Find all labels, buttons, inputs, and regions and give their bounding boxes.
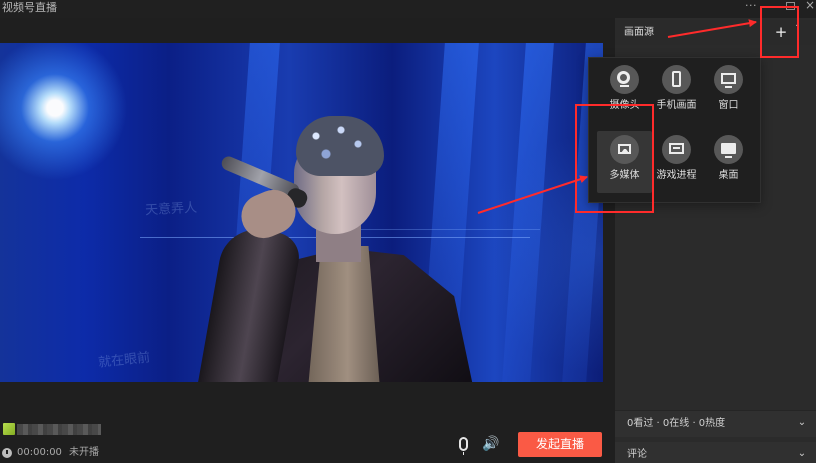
source-option-label: 手机画面 (656, 100, 697, 111)
live-duration: 00:00:00 (17, 447, 62, 458)
source-option-game-process[interactable]: 游戏进程 (649, 131, 704, 193)
comments-label: 评论 (627, 449, 647, 460)
source-title: 画面源 (624, 27, 654, 38)
viewer-stats-text: 0看过 · 0在线 · 0热度 (627, 418, 726, 429)
source-option-label: 游戏进程 (656, 170, 697, 181)
close-icon[interactable]: × (803, 0, 816, 14)
source-option-label: 多媒体 (609, 170, 640, 181)
source-option-phone-screen[interactable]: 手机画面 (649, 61, 704, 123)
media-icon (610, 135, 639, 164)
masked-username (17, 424, 101, 435)
desktop-icon (714, 135, 743, 164)
chevron-down-icon[interactable]: ⌄ (797, 418, 807, 428)
live-preview: 天意弄人 就在眼前 (0, 43, 603, 382)
source-option-label: 窗口 (718, 100, 739, 111)
speaker-icon[interactable]: 🔊 (482, 437, 499, 451)
maximize-icon[interactable] (786, 2, 795, 10)
live-status: 未开播 (69, 447, 99, 458)
camera-icon (610, 65, 639, 94)
source-option-label: 桌面 (718, 170, 739, 181)
source-option-desktop[interactable]: 桌面 (701, 131, 756, 193)
source-option-window[interactable]: 窗口 (701, 61, 756, 123)
collapse-icon[interactable]: ˆ (795, 25, 805, 35)
wechat-channels-live-window: 视频号直播 ··· × 天意弄人 就在眼前 00:00:00 未开播 🔊 发起直… (0, 0, 816, 463)
user-avatar (3, 423, 15, 435)
microphone-icon[interactable] (459, 437, 468, 455)
singer-hair (296, 116, 384, 176)
source-options-popup: 摄像头 手机画面 窗口 多媒体 游戏进程 桌面 (588, 57, 761, 203)
clock-icon (2, 448, 12, 458)
source-option-label: 摄像头 (609, 100, 640, 111)
window-title: 视频号直播 (2, 1, 57, 14)
chevron-down-icon[interactable]: ⌄ (797, 449, 807, 459)
phone-icon (662, 65, 691, 94)
title-bar: 视频号直播 ··· × (0, 0, 816, 18)
start-live-button[interactable]: 发起直播 (518, 432, 602, 457)
window-icon (714, 65, 743, 94)
add-source-button[interactable]: + (772, 22, 790, 42)
source-option-media[interactable]: 多媒体 (597, 131, 652, 193)
more-options-icon[interactable]: ··· (744, 0, 758, 14)
game-icon (662, 135, 691, 164)
singer-image (182, 116, 487, 382)
source-option-camera[interactable]: 摄像头 (597, 61, 652, 123)
